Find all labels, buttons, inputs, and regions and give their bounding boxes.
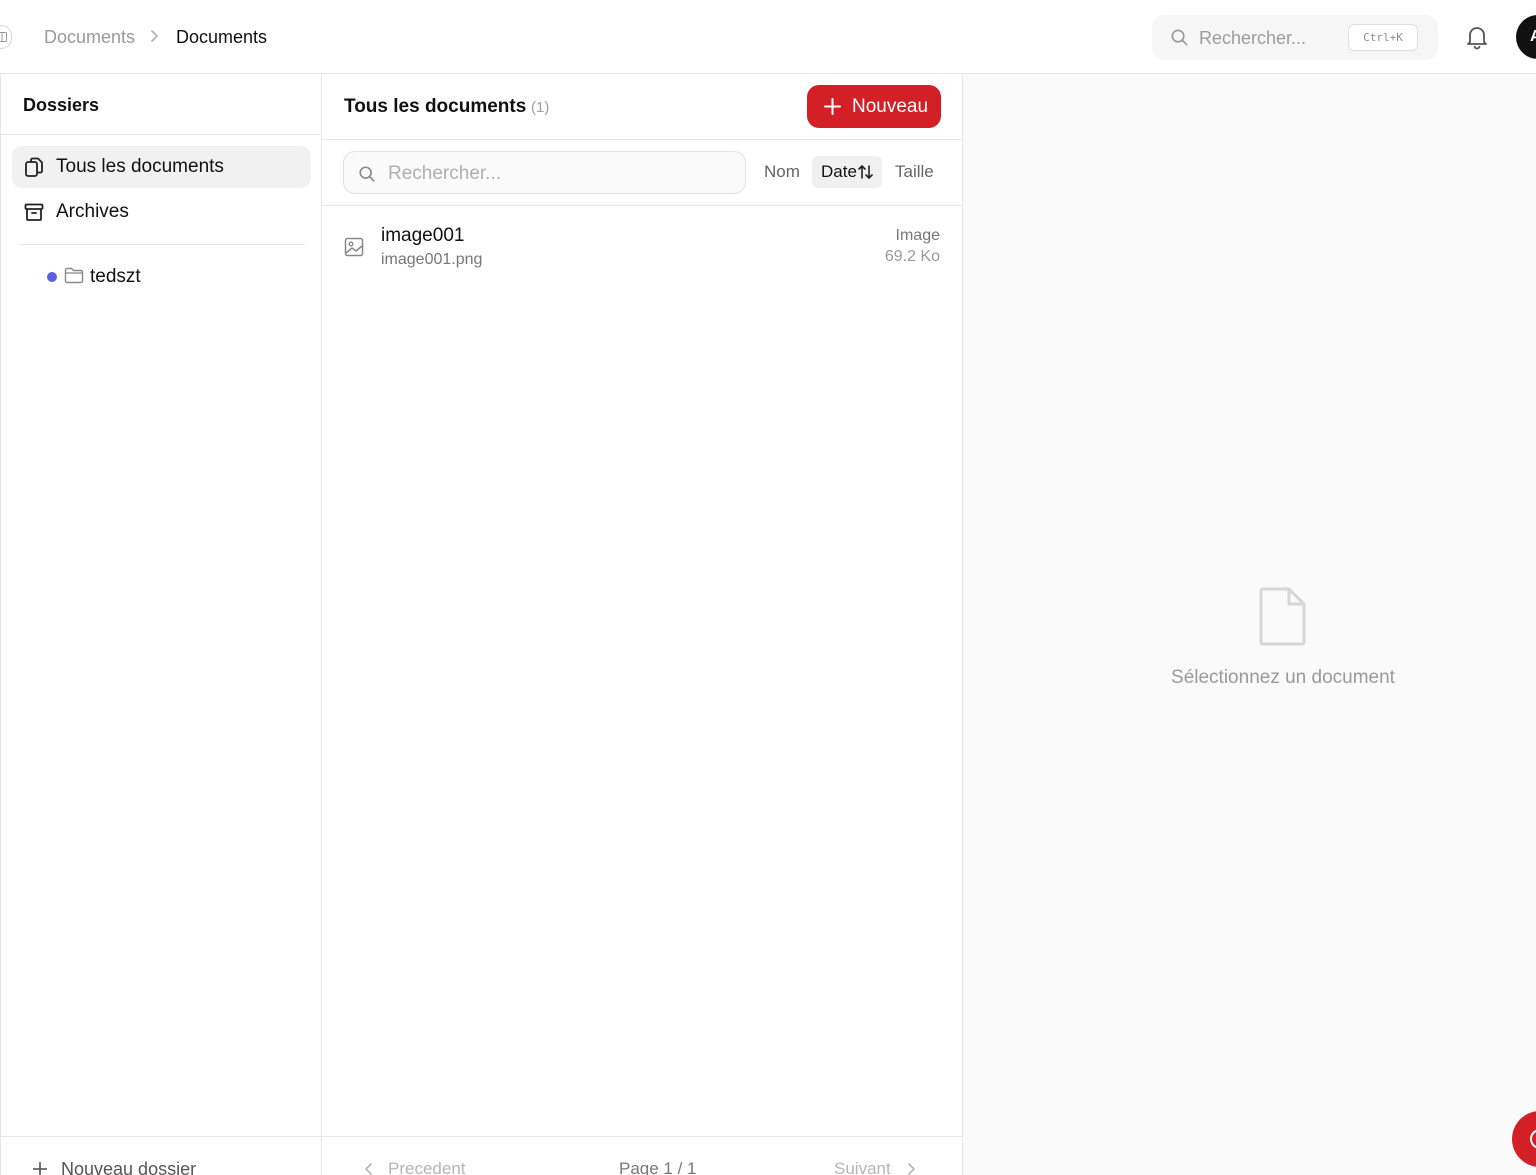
global-search-input[interactable]: Rechercher... Ctrl+K — [1152, 15, 1438, 60]
document-preview-panel: Sélectionnez un document — [963, 74, 1536, 1175]
search-icon — [359, 166, 375, 182]
folder-label: tedszt — [90, 266, 141, 287]
archive-icon — [24, 203, 44, 221]
global-search-placeholder: Rechercher... — [1199, 28, 1307, 48]
breadcrumb-documents-link[interactable]: Documents — [44, 26, 135, 48]
new-folder-label: Nouveau dossier — [61, 1159, 197, 1175]
new-document-button[interactable]: Nouveau — [807, 85, 941, 128]
folder-item-tedszt[interactable]: tedszt — [47, 264, 247, 290]
sidebar-header: Dossiers — [1, 74, 321, 135]
new-document-label: Nouveau — [852, 96, 929, 117]
sidebar-divider — [19, 244, 305, 245]
document-search-input[interactable]: Rechercher... — [343, 151, 746, 194]
plus-icon — [824, 98, 841, 115]
search-icon — [1171, 29, 1188, 46]
breadcrumb-current: Documents — [176, 27, 268, 47]
document-list-panel: Tous les documents (1) Nouveau Recherche… — [322, 74, 963, 1175]
document-filename: image001.png — [381, 251, 483, 268]
file-icon — [1259, 587, 1306, 646]
previous-page-button[interactable]: Precedent — [388, 1158, 466, 1175]
next-page-button[interactable]: Suivant — [834, 1158, 891, 1175]
document-type: Image — [895, 227, 940, 244]
documents-icon — [25, 157, 43, 177]
sidebar-title: Dossiers — [23, 95, 100, 115]
help-icon — [1530, 1129, 1536, 1149]
bell-icon[interactable] — [1465, 24, 1489, 50]
chevron-right-icon — [908, 1163, 915, 1175]
image-icon — [344, 237, 364, 257]
pagination-bar: Precedent Page 1 / 1 Suivant — [322, 1136, 962, 1175]
list-toolbar: Rechercher... Nom Date Taille — [322, 140, 962, 206]
list-header: Tous les documents (1) Nouveau — [322, 74, 962, 140]
sort-date-label: Date — [821, 162, 857, 181]
document-search-placeholder: Rechercher... — [388, 163, 501, 184]
sort-arrows-icon — [858, 165, 873, 179]
sidebar-toggle-icon — [0, 32, 7, 42]
keyboard-shortcut-badge: Ctrl+K — [1348, 24, 1418, 51]
sidebar-item-all-documents[interactable]: Tous les documents — [12, 146, 311, 188]
folder-color-dot — [47, 272, 57, 282]
document-row[interactable]: image001 image001.png Image 69.2 Ko — [322, 207, 962, 285]
sort-by-date-button[interactable]: Date — [812, 156, 882, 188]
folders-sidebar: Dossiers Tous les documents Archives ted… — [0, 74, 322, 1175]
sidebar-item-label: Archives — [56, 201, 129, 222]
top-header: Documents Documents Rechercher... Ctrl+K… — [0, 0, 1536, 74]
new-folder-button[interactable]: Nouveau dossier — [1, 1136, 322, 1175]
empty-state-text: Sélectionnez un document — [1171, 667, 1395, 688]
sidebar-toggle-button[interactable] — [0, 25, 12, 49]
list-title: Tous les documents — [344, 96, 527, 117]
user-avatar[interactable]: A — [1516, 15, 1536, 59]
sort-by-name-button[interactable]: Nom — [764, 156, 800, 188]
chevron-left-icon — [365, 1163, 372, 1175]
document-count: (1) — [531, 99, 550, 116]
page-indicator: Page 1 / 1 — [619, 1159, 697, 1175]
document-name: image001 — [381, 225, 465, 246]
folder-icon — [64, 267, 84, 284]
sort-by-size-button[interactable]: Taille — [895, 156, 934, 188]
sidebar-item-archives[interactable]: Archives — [12, 191, 311, 233]
sidebar-item-label: Tous les documents — [56, 156, 224, 177]
chevron-right-icon — [151, 30, 158, 42]
plus-icon — [33, 1162, 47, 1175]
document-size: 69.2 Ko — [884, 248, 940, 265]
